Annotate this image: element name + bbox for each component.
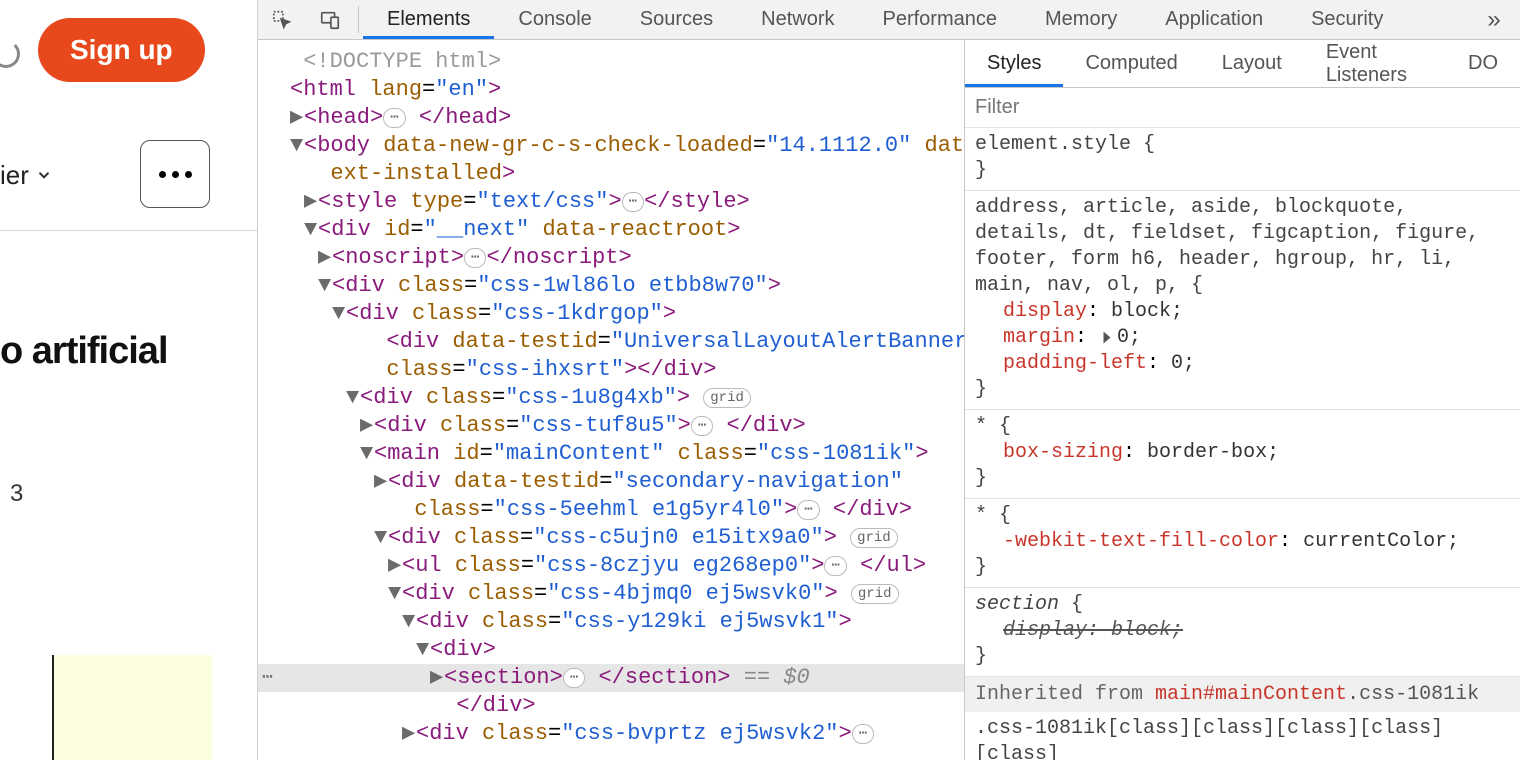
dom-line[interactable]: ▶<ul class="css-8czjyu eg268ep0">⋯ </ul> <box>258 552 964 580</box>
subtab-computed[interactable]: Computed <box>1063 40 1199 87</box>
toggle-device-toolbar-icon[interactable] <box>306 0 354 39</box>
overflow-tabs-icon[interactable]: » <box>1468 0 1520 39</box>
dom-line[interactable]: class="css-ihxsrt"></div> <box>258 356 964 384</box>
css-rule[interactable]: section {display: block;} <box>965 588 1520 677</box>
css-rule[interactable]: address, article, aside, blockquote, det… <box>965 191 1520 410</box>
inherited-from-header: Inherited from main#mainContent.css-1081… <box>965 677 1520 712</box>
collapse-arrow-icon[interactable]: ▼ <box>290 132 304 160</box>
tab-console[interactable]: Console <box>494 0 615 39</box>
more-options-button[interactable] <box>140 140 210 208</box>
collapsed-pill[interactable]: ⋯ <box>563 668 585 688</box>
tab-memory[interactable]: Memory <box>1021 0 1141 39</box>
collapsed-pill[interactable]: ⋯ <box>691 416 713 436</box>
number-text: 3 <box>10 480 23 508</box>
headline-fragment: o artificial <box>0 330 168 373</box>
collapse-arrow-icon[interactable]: ▼ <box>332 300 346 328</box>
collapsed-pill[interactable]: grid <box>851 584 899 604</box>
collapsed-pill[interactable]: ⋯ <box>464 248 486 268</box>
collapsed-pill[interactable]: ⋯ <box>852 724 874 744</box>
collapse-arrow-icon[interactable]: ▼ <box>360 440 374 468</box>
selected-node-marker: == $0 <box>731 665 810 690</box>
dom-line[interactable]: <html lang="en"> <box>258 76 964 104</box>
collapse-arrow-icon[interactable]: ▼ <box>318 272 332 300</box>
dom-line[interactable]: ▼<body data-new-gr-c-s-check-loaded="14.… <box>258 132 964 160</box>
collapse-arrow-icon[interactable]: ▼ <box>374 524 388 552</box>
highlight-block <box>52 655 212 760</box>
expand-arrow-icon[interactable]: ▶ <box>430 664 444 692</box>
expand-arrow-icon[interactable]: ▶ <box>388 552 402 580</box>
dom-line[interactable]: ▶<style type="text/css">⋯</style> <box>258 188 964 216</box>
styles-sub-tabs: StylesComputedLayoutEvent ListenersDO <box>965 40 1520 88</box>
expand-arrow-icon[interactable]: ▶ <box>318 244 332 272</box>
styles-rules[interactable]: element.style {}address, article, aside,… <box>965 128 1520 760</box>
css-rule[interactable]: * {-webkit-text-fill-color: currentColor… <box>965 499 1520 588</box>
divider <box>0 230 257 231</box>
collapsed-pill[interactable]: grid <box>850 528 898 548</box>
subtab-layout[interactable]: Layout <box>1200 40 1304 87</box>
tab-application[interactable]: Application <box>1141 0 1287 39</box>
dom-line[interactable]: ▼<div class="css-1kdrgop"> <box>258 300 964 328</box>
subtab-styles[interactable]: Styles <box>965 40 1063 87</box>
tab-elements[interactable]: Elements <box>363 0 494 39</box>
dom-line[interactable]: ▶<head>⋯ </head> <box>258 104 964 132</box>
dom-line[interactable]: </div> <box>258 692 964 720</box>
signup-button[interactable]: Sign up <box>38 18 205 82</box>
dropdown-fragment[interactable]: ier <box>0 160 53 191</box>
collapsed-pill[interactable]: ⋯ <box>797 500 819 520</box>
css-rule[interactable]: element.style {} <box>965 128 1520 191</box>
tab-sources[interactable]: Sources <box>616 0 737 39</box>
collapsed-pill[interactable]: ⋯ <box>383 108 405 128</box>
tab-performance[interactable]: Performance <box>859 0 1022 39</box>
website-preview-strip: Sign up ier o artificial 3 <box>0 0 258 760</box>
styles-filter-row <box>965 88 1520 128</box>
dom-line[interactable]: ▶<noscript>⋯</noscript> <box>258 244 964 272</box>
expand-arrow-icon[interactable]: ▶ <box>402 720 416 748</box>
dom-line[interactable]: ▼<div class="css-1wl86lo etbb8w70"> <box>258 272 964 300</box>
dom-line[interactable]: ▼<div class="css-y129ki ej5wsvk1"> <box>258 608 964 636</box>
collapsed-pill[interactable]: grid <box>703 388 751 408</box>
separator <box>358 6 359 33</box>
dom-line[interactable]: ▼<main id="mainContent" class="css-1081i… <box>258 440 964 468</box>
dom-line[interactable]: ▼<div class="css-4bjmq0 ej5wsvk0"> grid <box>258 580 964 608</box>
dom-tree[interactable]: <!DOCTYPE html><html lang="en"> ▶<head>⋯… <box>258 40 965 760</box>
dom-line[interactable]: ext-installed> <box>258 160 964 188</box>
collapse-arrow-icon[interactable]: ▼ <box>402 608 416 636</box>
expand-arrow-icon[interactable]: ▶ <box>360 412 374 440</box>
dom-line[interactable]: ▶<div data-testid="secondary-navigation" <box>258 468 964 496</box>
inspect-element-icon[interactable] <box>258 0 306 39</box>
collapse-arrow-icon[interactable]: ▼ <box>346 384 360 412</box>
css-rule[interactable]: .css-1081ik[class][class][class][class][… <box>965 712 1520 760</box>
dom-line[interactable]: ▶<div class="css-bvprtz ej5wsvk2">⋯ <box>258 720 964 748</box>
collapse-arrow-icon[interactable]: ▼ <box>304 216 318 244</box>
collapse-arrow-icon[interactable]: ▼ <box>388 580 402 608</box>
dom-line[interactable]: ▼<div class="css-c5ujn0 e15itx9a0"> grid <box>258 524 964 552</box>
collapse-arrow-icon[interactable]: ▼ <box>416 636 430 664</box>
css-rule[interactable]: * {box-sizing: border-box;} <box>965 410 1520 499</box>
styles-panel: StylesComputedLayoutEvent ListenersDO el… <box>965 40 1520 760</box>
expand-shorthand-icon[interactable] <box>1104 332 1111 344</box>
expand-arrow-icon[interactable]: ▶ <box>304 188 318 216</box>
dom-line[interactable]: ▶<div class="css-tuf8u5">⋯ </div> <box>258 412 964 440</box>
dom-line[interactable]: ▶<section>⋯ </section> == $0 <box>258 664 964 692</box>
expand-arrow-icon[interactable]: ▶ <box>290 104 304 132</box>
expand-arrow-icon[interactable]: ▶ <box>374 468 388 496</box>
tab-network[interactable]: Network <box>737 0 858 39</box>
loading-spinner-icon <box>0 40 20 68</box>
chevron-down-icon <box>35 160 53 191</box>
dom-line[interactable]: <!DOCTYPE html> <box>258 48 964 76</box>
dom-line[interactable]: ▼<div> <box>258 636 964 664</box>
dom-line[interactable]: ▼<div class="css-1u8g4xb"> grid <box>258 384 964 412</box>
styles-filter-input[interactable] <box>975 96 1510 119</box>
collapsed-pill[interactable]: ⋯ <box>622 192 644 212</box>
devtools-panel: ElementsConsoleSourcesNetworkPerformance… <box>258 0 1520 760</box>
subtab-do[interactable]: DO <box>1446 40 1520 87</box>
tab-security[interactable]: Security <box>1287 0 1407 39</box>
dropdown-text: ier <box>0 160 29 191</box>
dom-line[interactable]: ▼<div id="__next" data-reactroot> <box>258 216 964 244</box>
subtab-event-listeners[interactable]: Event Listeners <box>1304 40 1446 87</box>
collapsed-pill[interactable]: ⋯ <box>824 556 846 576</box>
dom-line[interactable]: <div data-testid="UniversalLayoutAlertBa… <box>258 328 964 356</box>
dom-line[interactable]: class="css-5eehml e1g5yr4l0">⋯ </div> <box>258 496 964 524</box>
devtools-top-tabs: ElementsConsoleSourcesNetworkPerformance… <box>258 0 1520 40</box>
